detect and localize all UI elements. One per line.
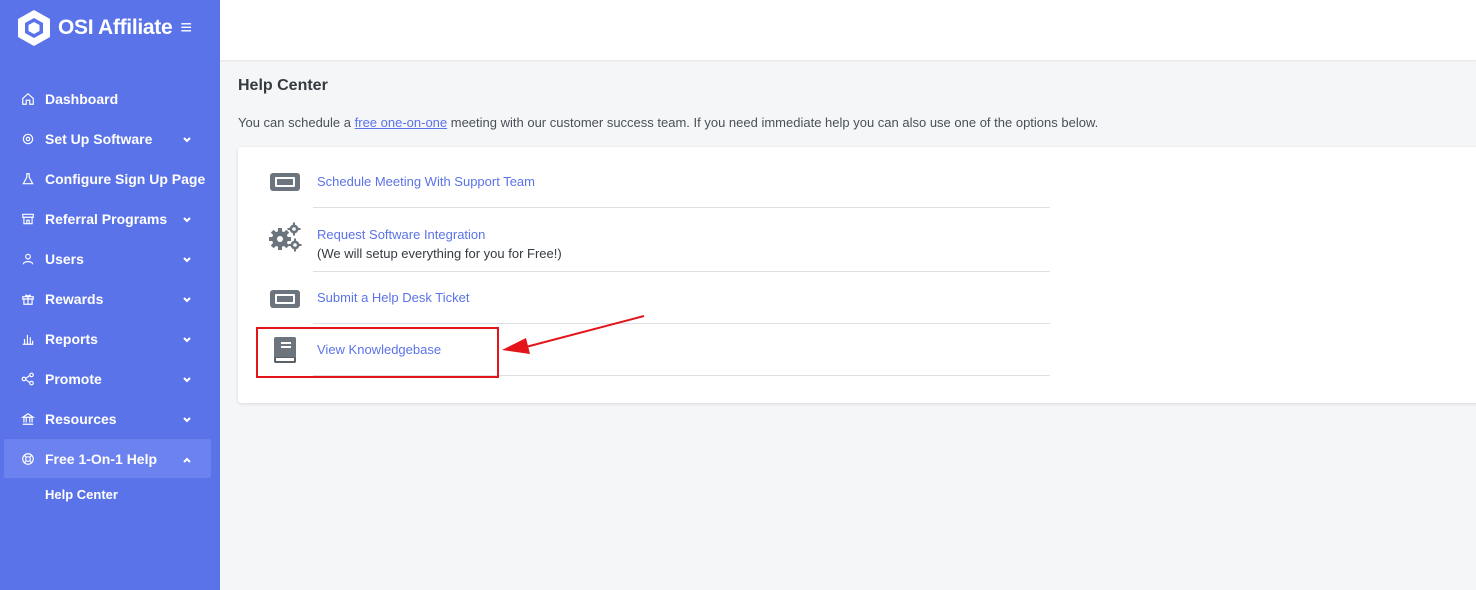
sidebar-item-label: Promote [45, 371, 102, 387]
chevron-down-icon [182, 132, 192, 143]
sidebar-subitem-help-center[interactable]: Help Center [0, 478, 220, 510]
sidebar-item-users[interactable]: Users [0, 239, 220, 279]
sidebar-item-resources[interactable]: Resources [0, 399, 220, 439]
sidebar-item-label: Rewards [45, 291, 104, 307]
chevron-up-icon [182, 452, 192, 463]
sidebar-item-configure-sign-up-page[interactable]: Configure Sign Up Page [0, 159, 220, 199]
intro-text-before: You can schedule a [238, 115, 355, 130]
sidebar-item-label: Configure Sign Up Page [45, 171, 206, 187]
sidebar: OSI Affiliate ≡ Dashboard Set Up Softwar… [0, 0, 220, 590]
request-integration-link[interactable]: Request Software Integration [317, 227, 562, 242]
submit-ticket-link[interactable]: Submit a Help Desk Ticket [317, 290, 469, 305]
free-one-on-one-link[interactable]: free one-on-one [355, 115, 448, 130]
lifebuoy-icon [20, 451, 35, 466]
gear-icon [20, 132, 35, 147]
sidebar-item-label: Users [45, 251, 84, 267]
cogs-icon [268, 222, 302, 252]
page-title: Help Center [238, 77, 328, 94]
logo-icon [18, 10, 50, 46]
sidebar-item-label: Free 1-On-1 Help [45, 450, 158, 467]
bank-icon [20, 412, 35, 427]
user-icon [20, 252, 35, 267]
sidebar-nav: Dashboard Set Up Software Configure Sign… [0, 79, 220, 510]
sidebar-item-referral-programs[interactable]: Referral Programs [0, 199, 220, 239]
store-icon [20, 212, 35, 227]
brand[interactable]: OSI Affiliate ≡ [16, 9, 192, 47]
sidebar-item-label: Dashboard [45, 91, 119, 107]
option-schedule-meeting[interactable]: Schedule Meeting With Support Team [238, 147, 1050, 208]
menu-toggle-icon[interactable]: ≡ [180, 18, 192, 38]
chevron-down-icon [182, 372, 192, 383]
chevron-down-icon [182, 292, 192, 303]
sidebar-item-dashboard[interactable]: Dashboard [0, 79, 220, 119]
ticket-icon [268, 284, 302, 314]
ticket-icon [268, 167, 302, 197]
sidebar-item-reports[interactable]: Reports [0, 319, 220, 359]
sidebar-item-label: Set Up Software [45, 131, 153, 147]
gift-icon [20, 292, 35, 307]
sidebar-item-free-help[interactable]: Free 1-On-1 Help [4, 439, 211, 478]
bar-chart-icon [20, 332, 35, 347]
home-icon [20, 92, 35, 107]
flask-icon [20, 172, 35, 187]
chevron-down-icon [182, 252, 192, 263]
chevron-down-icon [182, 412, 192, 423]
share-icon [20, 372, 35, 387]
schedule-meeting-link[interactable]: Schedule Meeting With Support Team [317, 174, 535, 189]
option-request-integration[interactable]: Request Software Integration (We will se… [238, 208, 1050, 272]
brand-name: OSI Affiliate [58, 16, 173, 39]
intro-text: You can schedule a free one-on-one meeti… [238, 115, 1098, 130]
topbar [220, 0, 1476, 60]
intro-text-after: meeting with our customer success team. … [447, 115, 1099, 130]
annotation-highlight-box [256, 327, 499, 378]
chevron-down-icon [182, 212, 192, 223]
sidebar-item-label: Reports [45, 331, 98, 347]
sidebar-item-set-up-software[interactable]: Set Up Software [0, 119, 220, 159]
chevron-down-icon [182, 332, 192, 343]
request-integration-note: (We will setup everything for you for Fr… [317, 246, 562, 261]
sidebar-item-label: Resources [45, 411, 117, 427]
sidebar-item-label: Referral Programs [45, 211, 168, 227]
sidebar-item-promote[interactable]: Promote [0, 359, 220, 399]
sidebar-item-rewards[interactable]: Rewards [0, 279, 220, 319]
annotation-arrow-icon [502, 315, 645, 354]
